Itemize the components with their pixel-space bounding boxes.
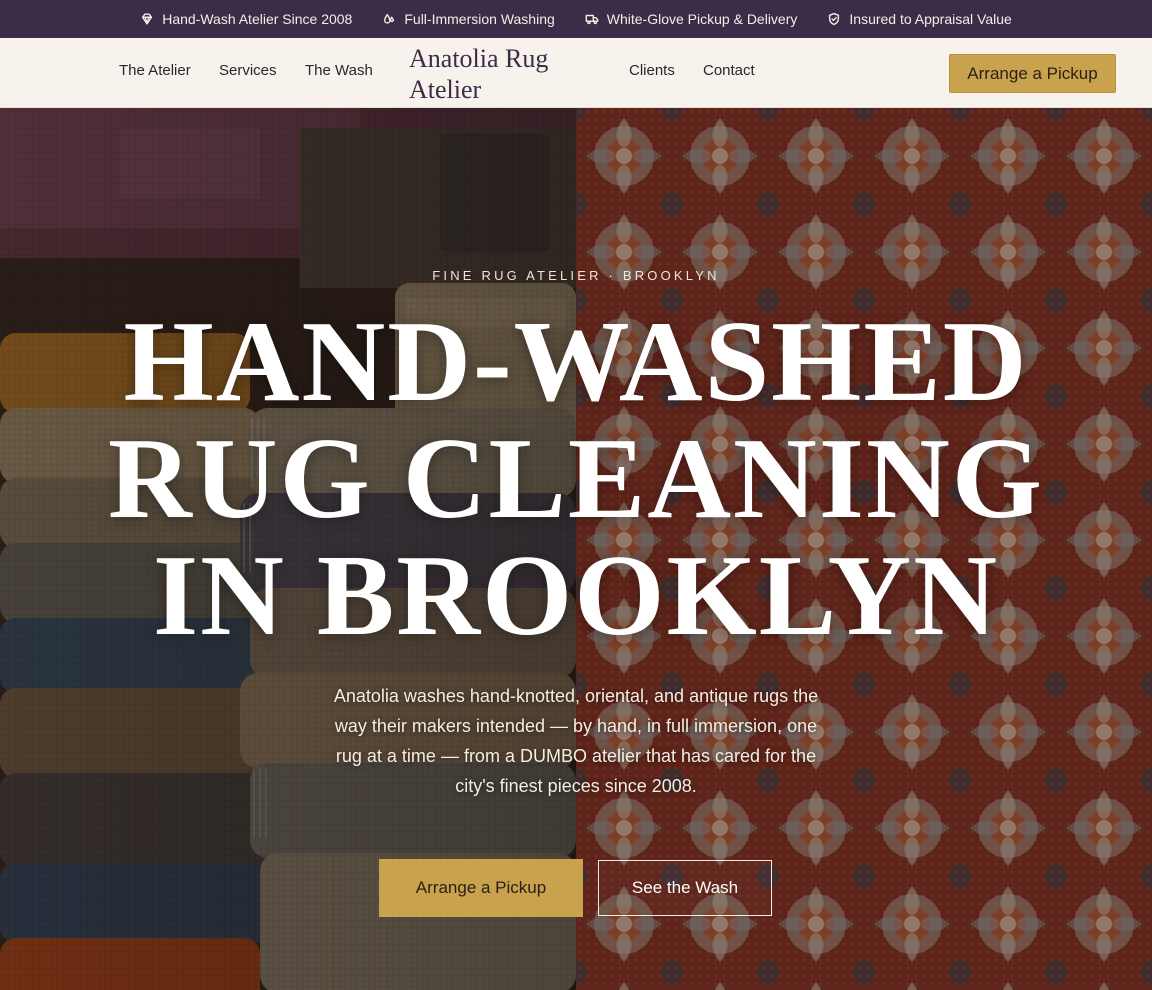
hero-arrange-pickup-button[interactable]: Arrange a Pickup xyxy=(379,859,583,917)
hero-eyebrow: FINE RUG ATELIER · BROOKLYN xyxy=(432,268,720,283)
see-the-wash-button[interactable]: See the Wash xyxy=(598,860,772,916)
header-arrange-pickup-button[interactable]: Arrange a Pickup xyxy=(949,54,1116,93)
hero-section: FINE RUG ATELIER · BROOKLYN HAND-WASHED … xyxy=(0,108,1152,990)
announcement-bar: Hand-Wash Atelier Since 2008 Full-Immers… xyxy=(0,0,1152,38)
topbar-item-insured: Insured to Appraisal Value xyxy=(827,11,1012,27)
nav-link-the-wash[interactable]: The Wash xyxy=(305,62,373,79)
nav-link-services[interactable]: Services xyxy=(219,62,277,79)
topbar-label-since: Hand-Wash Atelier Since 2008 xyxy=(162,11,353,27)
hero-title-line-2: RUG CLEANING xyxy=(108,415,1044,543)
topbar-label-pickup: White-Glove Pickup & Delivery xyxy=(606,11,798,27)
hero-description: Anatolia washes hand-knotted, oriental, … xyxy=(333,686,819,796)
topbar-label-immersion: Full-Immersion Washing xyxy=(404,11,555,27)
topbar-item-pickup: White-Glove Pickup & Delivery xyxy=(585,11,798,27)
water-drops-icon xyxy=(384,13,395,24)
hero-title-line-1: HAND-WASHED xyxy=(123,298,1029,426)
hero-title: HAND-WASHED RUG CLEANING IN BROOKLYN xyxy=(0,304,1152,655)
topbar-item-immersion: Full-Immersion Washing xyxy=(382,11,555,27)
nav-link-the-atelier[interactable]: The Atelier xyxy=(119,62,191,79)
topbar-item-since: Hand-Wash Atelier Since 2008 xyxy=(140,11,352,27)
brand-logo[interactable]: Anatolia Rug Atelier xyxy=(409,43,579,105)
hero-title-line-3: IN BROOKLYN xyxy=(152,532,999,660)
site-header: The Atelier Services The Wash Anatolia R… xyxy=(0,38,1152,108)
nav-link-clients[interactable]: Clients xyxy=(629,62,675,79)
truck-icon xyxy=(585,14,599,25)
diamond-icon xyxy=(142,13,153,25)
shield-icon xyxy=(829,12,840,26)
nav-link-contact[interactable]: Contact xyxy=(703,62,755,79)
topbar-label-insured: Insured to Appraisal Value xyxy=(849,11,1012,27)
